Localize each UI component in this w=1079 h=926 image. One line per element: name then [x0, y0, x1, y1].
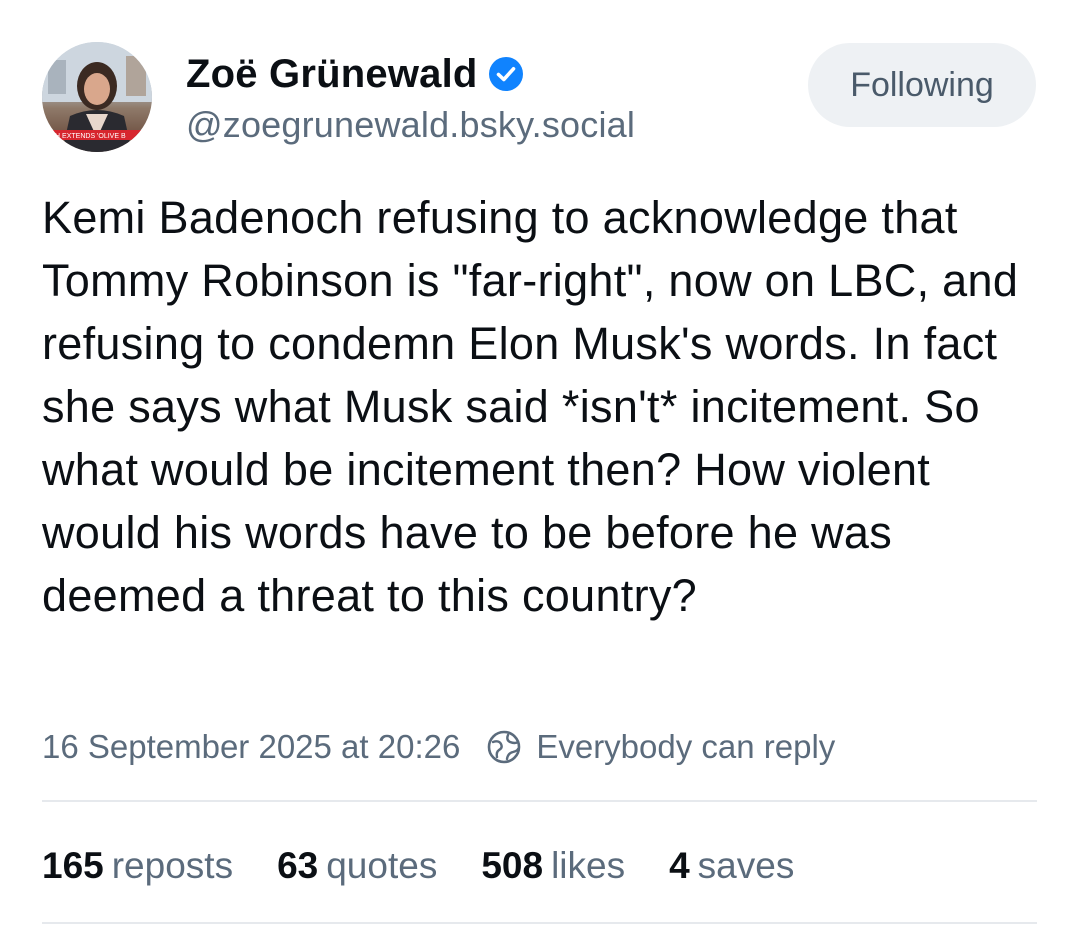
quotes-stat[interactable]: 63 quotes — [277, 845, 437, 887]
author-display-name[interactable]: Zoë Grünewald — [186, 52, 478, 97]
reposts-count: 165 — [42, 845, 104, 886]
post-thread-item: CH EXTENDS 'OLIVE B Zoë Grünewald @zoegr… — [0, 0, 1079, 926]
reposts-label: reposts — [111, 845, 234, 886]
author-handle[interactable]: @zoegrunewald.bsky.social — [186, 104, 635, 146]
verified-badge-icon[interactable] — [488, 56, 524, 92]
avatar-photo: CH EXTENDS 'OLIVE B — [42, 42, 152, 152]
reposts-stat[interactable]: 165 reposts — [42, 845, 233, 887]
reply-setting-label: Everybody can reply — [536, 728, 836, 765]
quotes-label: quotes — [326, 845, 438, 886]
likes-stat[interactable]: 508 likes — [481, 845, 625, 887]
author-name-row: Zoë Grünewald — [186, 46, 524, 102]
saves-stat[interactable]: 4 saves — [669, 845, 794, 887]
post-text: Kemi Badenoch refusing to acknowledge th… — [42, 192, 1019, 621]
engagement-stats: 165 reposts 63 quotes 508 likes 4 saves — [42, 840, 838, 892]
post-timestamp[interactable]: 16 September 2025 at 20:26 — [42, 728, 460, 766]
likes-count: 508 — [481, 845, 544, 886]
globe-icon — [486, 729, 522, 765]
saves-label: saves — [697, 845, 795, 886]
avatar-caption: CH EXTENDS 'OLIVE B — [50, 133, 126, 140]
divider — [42, 922, 1037, 924]
reply-setting[interactable]: Everybody can reply — [486, 728, 835, 766]
post-meta: 16 September 2025 at 20:26 Everybody can… — [42, 722, 835, 772]
following-button[interactable]: Following — [808, 43, 1036, 127]
avatar[interactable]: CH EXTENDS 'OLIVE B — [42, 42, 152, 152]
quotes-count: 63 — [277, 845, 319, 886]
divider — [42, 800, 1037, 802]
saves-count: 4 — [669, 845, 690, 886]
likes-label: likes — [551, 845, 626, 886]
